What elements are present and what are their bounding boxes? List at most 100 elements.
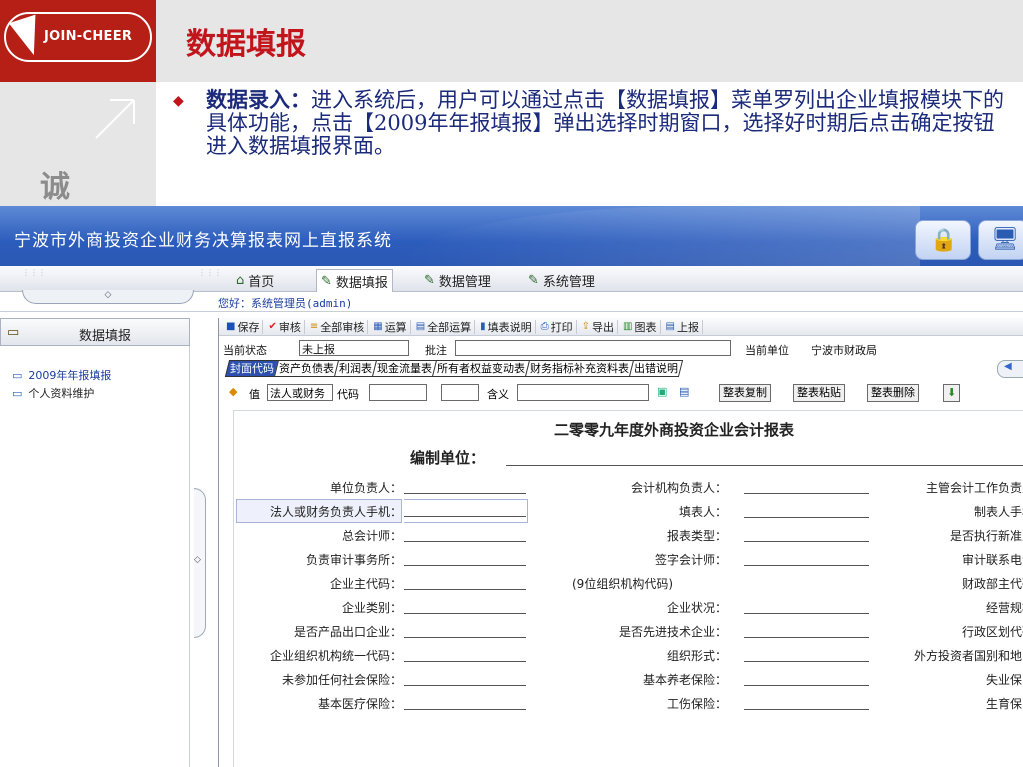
sidebar-item-profile[interactable]: ▭ 个人资料维护 [12,384,111,402]
status-row: 当前状态 未上报 批注 当前单位 宁波市财政局 [223,340,1023,358]
code-field-2[interactable] [441,384,479,401]
print-button[interactable]: ⎙ 打印 [538,319,577,334]
form-row: 负责审计事务所： 签字会计师： 审计联系电话 [305,553,1023,567]
work-area: ■ 保存 ✔ 审核 ≡ 全部审核 ▦ 运算 ▤ 全部运算 ▮ 填表说明 ⎙ 打印 ⇪ 导出 ▥ 图… [218,318,1023,767]
joincheer-logo: JOIN-CHEER [0,0,156,82]
nav-data-fill[interactable]: ✎ 数据填报 [316,269,393,292]
audit-all-button[interactable]: ≡ 全部审核 [307,319,369,334]
form-input[interactable] [404,709,526,710]
tab-cover-code[interactable]: 封面代码 [224,360,280,377]
splitter[interactable]: ◇ [190,318,214,767]
paste-sheet-button[interactable]: 整表粘贴 [793,384,845,402]
calc-button[interactable]: ▦ 运算 [370,319,411,334]
sidebar-item-annual-report[interactable]: ▭ 2009年年报填报 [12,366,111,384]
code-field[interactable] [369,384,427,401]
check-all-icon: ≡ [309,321,319,332]
note-field[interactable] [455,340,731,356]
report-tabs: 封面代码 资产负债表 利润表 现金流量表 所有者权益变动表 财务指标补充资料表 … [224,360,1023,378]
form-input[interactable] [744,709,869,710]
tab-cashflow[interactable]: 现金流量表 [371,360,438,377]
slide-left-panel: 诚 [0,82,156,206]
unit-value: 宁波市财政局 [811,344,877,357]
edit-icon: ✎ [424,272,435,288]
monitor-button[interactable]: 🖥 [978,220,1023,260]
form-input[interactable] [404,661,526,662]
confirm-icon[interactable]: ▣ [657,385,667,398]
folder-icon: ▭ [12,368,23,382]
calc-all-button[interactable]: ▤ 全部运算 [413,319,476,334]
tab-indicators[interactable]: 财务指标补充资料表 [524,360,635,377]
upload-button[interactable]: ▤ 上报 [663,319,703,334]
tab-scroll-left-button[interactable]: ◀ [997,360,1023,378]
download-button[interactable]: ⬇ [943,384,961,402]
save-icon: ■ [226,321,236,332]
form-input[interactable] [404,565,526,566]
bullet-bold: 数据录入： [206,87,311,112]
arrow-icon [95,99,135,139]
nav-data-manage[interactable]: ✎ 数据管理 [424,270,491,290]
bullet-text: 进入系统后，用户可以通过点击【数据填报】菜单罗列出企业填报模块下的具体功能，点击… [206,88,1004,158]
report-title: 二零零九年度外商投资企业会计报表 [554,421,795,439]
edit-icon: ✎ [528,272,539,288]
form-input[interactable] [404,685,526,686]
form-input[interactable] [744,517,869,518]
chart-button[interactable]: ▥ 图表 [620,319,661,334]
form-input[interactable] [744,661,869,662]
chart-icon: ▥ [623,321,633,332]
form-input[interactable] [744,613,869,614]
main-nav: ⋮⋮⋮ ⋮⋮⋮ ⌂ 首页 ✎ 数据填报 ✎ 数据管理 ✎ 系统管理 [0,266,1023,292]
form-row: 法人或财务负责人手机： 填表人： 制表人手机 [234,499,1023,523]
value-field[interactable]: 法人或财务 [267,384,333,401]
tab-errors[interactable]: 出错说明 [628,360,684,377]
state-label: 当前状态 [223,344,267,357]
meaning-field[interactable] [517,384,649,401]
fill-guide-button[interactable]: ▮ 填表说明 [477,319,536,334]
form-row: 单位负责人： 会计机构负责人： 主管会计工作负责人 [329,481,1023,495]
form-input[interactable] [744,637,869,638]
grid-icon[interactable]: ▤ [679,385,689,398]
print-icon: ⎙ [540,321,549,332]
nav-system-manage[interactable]: ✎ 系统管理 [528,270,595,290]
app-window: 宁波市外商投资企业财务决算报表网上直报系统 🔒 🖥 ⋮⋮⋮ ⋮⋮⋮ ⌂ 首页 ✎… [0,206,1023,767]
slide-side-char: 诚 [40,170,70,205]
form-row: 未参加任何社会保险： 基本养老保险： 失业保险 [281,673,1023,687]
unit-label: 编制单位： [410,449,486,467]
form-input[interactable] [404,499,528,523]
home-icon: ⌂ [236,272,245,288]
form-input[interactable] [404,613,526,614]
nav-home[interactable]: ⌂ 首页 [236,270,274,290]
state-field[interactable]: 未上报 [299,340,409,356]
slide-title-bar: 数据填报 [156,0,1023,82]
form-row: 企业主代码： (9位组织机构代码) 财政部主代码 [329,577,1023,591]
export-button[interactable]: ⇪ 导出 [579,319,619,334]
delete-sheet-button[interactable]: 整表删除 [867,384,919,402]
unit-label: 当前单位 [745,344,789,357]
tab-income[interactable]: 利润表 [333,360,378,377]
tab-balance-sheet[interactable]: 资产负债表 [273,360,340,377]
note-label: 批注 [425,344,447,357]
book-icon: ▮ [480,321,486,332]
form-input[interactable] [404,637,526,638]
form-input[interactable] [744,493,869,494]
form-input[interactable] [744,565,869,566]
grip-icon: ⋮⋮⋮ [198,268,222,277]
upload-icon: ▤ [665,321,675,332]
logout-button[interactable]: 🔒 [915,220,971,260]
form-input[interactable] [404,589,526,590]
calc-all-icon: ▤ [415,321,426,332]
copy-sheet-button[interactable]: 整表复制 [719,384,771,402]
collapse-toggle[interactable]: ◇ [22,290,194,304]
audit-button[interactable]: ✔ 审核 [265,319,305,334]
bullet-paragraph: 数据录入：进入系统后，用户可以通过点击【数据填报】菜单罗列出企业填报模块下的具体… [206,88,1006,158]
splitter-handle[interactable]: ◇ [194,488,206,638]
tab-equity[interactable]: 所有者权益变动表 [431,360,531,377]
report-form: 二零零九年度外商投资企业会计报表 编制单位： 单位负责人： 会计机构负责人： 主… [233,410,1023,767]
chevron-icon: ◇ [194,555,201,565]
form-input[interactable] [744,541,869,542]
form-input[interactable] [404,541,526,542]
form-input[interactable] [404,493,526,494]
form-input[interactable] [744,685,869,686]
unit-input[interactable] [506,465,1023,466]
save-button[interactable]: ■ 保存 [223,319,264,334]
slide-title: 数据填报 [186,27,306,62]
